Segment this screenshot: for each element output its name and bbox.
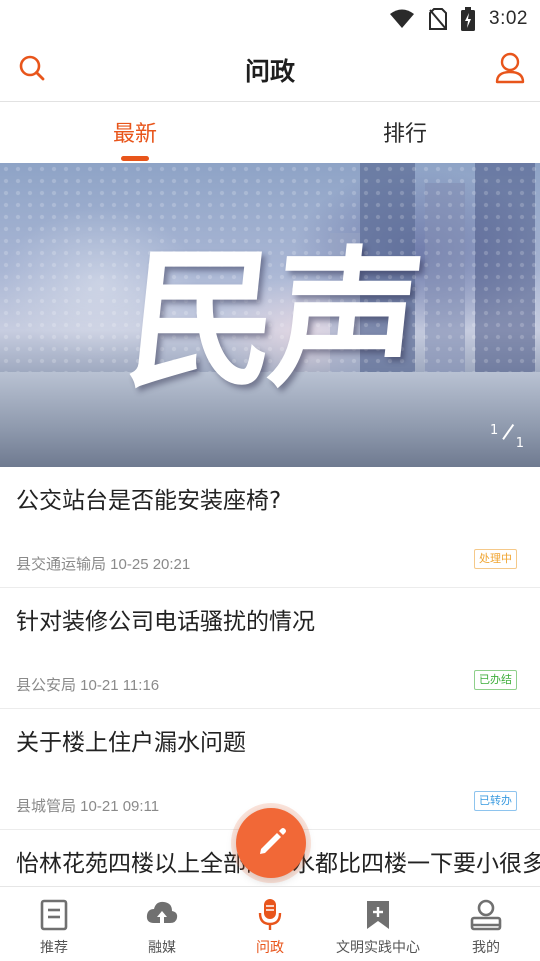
status-badge: 处理中 (474, 549, 517, 569)
nav-label: 文明实践中心 (336, 940, 420, 956)
status-badge: 已转办 (474, 791, 517, 811)
tab-label: 最新 (112, 122, 157, 147)
tab-active-indicator (121, 156, 149, 161)
banner-carousel[interactable]: 民声 1 1 (0, 163, 540, 467)
banner-title: 民声 (118, 232, 426, 408)
nav-label: 我的 (472, 940, 500, 956)
app-header: 问政 (0, 38, 540, 102)
nav-label: 推荐 (40, 940, 68, 956)
tab-ranking[interactable]: 排行 (270, 103, 540, 163)
status-badge: 已办结 (474, 670, 517, 690)
page-separator (502, 423, 514, 440)
bookmark-plus-icon (364, 898, 392, 932)
item-meta: 县交通运输局 10-25 20:21 (16, 556, 191, 573)
status-time: 3:02 (489, 8, 528, 29)
cloud-upload-icon (145, 898, 179, 932)
profile-icon (470, 898, 502, 932)
nav-wenzheng[interactable]: 问政 (216, 887, 324, 961)
tab-label: 排行 (382, 122, 427, 147)
nav-label: 问政 (256, 940, 284, 956)
nav-civilization-center[interactable]: 文明实践中心 (324, 887, 432, 961)
no-sim-icon (429, 8, 448, 30)
battery-charging-icon (461, 7, 476, 31)
page-title: 问政 (244, 56, 295, 86)
page-total: 1 (515, 436, 524, 451)
status-bar: 3:02 (0, 0, 540, 38)
banner-page-indicator: 1 1 (490, 423, 524, 451)
article-icon (40, 898, 68, 932)
search-button[interactable] (12, 50, 52, 90)
user-icon (495, 52, 525, 88)
page: 3:02 问政 最新 排行 民声 1 1 公交站台是否能安装座椅? 县交通运输局… (0, 0, 540, 961)
list-item[interactable]: 公交站台是否能安装座椅? 县交通运输局 10-25 20:21 处理中 (0, 467, 540, 588)
nav-media[interactable]: 融媒 (108, 887, 216, 961)
list-item[interactable]: 针对装修公司电话骚扰的情况 县公安局 10-21 11:16 已办结 (0, 588, 540, 709)
bottom-navigation: 推荐 融媒 问政 文明实践中心 我的 (0, 886, 540, 961)
search-icon (18, 54, 46, 86)
item-title: 针对装修公司电话骚扰的情况 (16, 609, 315, 635)
nav-recommend[interactable]: 推荐 (0, 887, 108, 961)
wifi-icon (389, 9, 415, 29)
item-title: 公交站台是否能安装座椅? (16, 488, 282, 514)
pencil-icon (253, 823, 289, 863)
tab-bar: 最新 排行 (0, 103, 540, 163)
item-title: 关于楼上住户漏水问题 (16, 730, 246, 756)
nav-mine[interactable]: 我的 (432, 887, 540, 961)
nav-label: 融媒 (148, 940, 176, 956)
item-meta: 县公安局 10-21 11:16 (16, 677, 160, 694)
profile-button[interactable] (490, 50, 530, 90)
microphone-icon (256, 898, 284, 932)
item-meta: 县城管局 10-21 09:11 (16, 798, 160, 815)
tab-latest[interactable]: 最新 (0, 103, 270, 163)
compose-question-button[interactable] (236, 808, 306, 878)
page-current: 1 (490, 423, 499, 438)
